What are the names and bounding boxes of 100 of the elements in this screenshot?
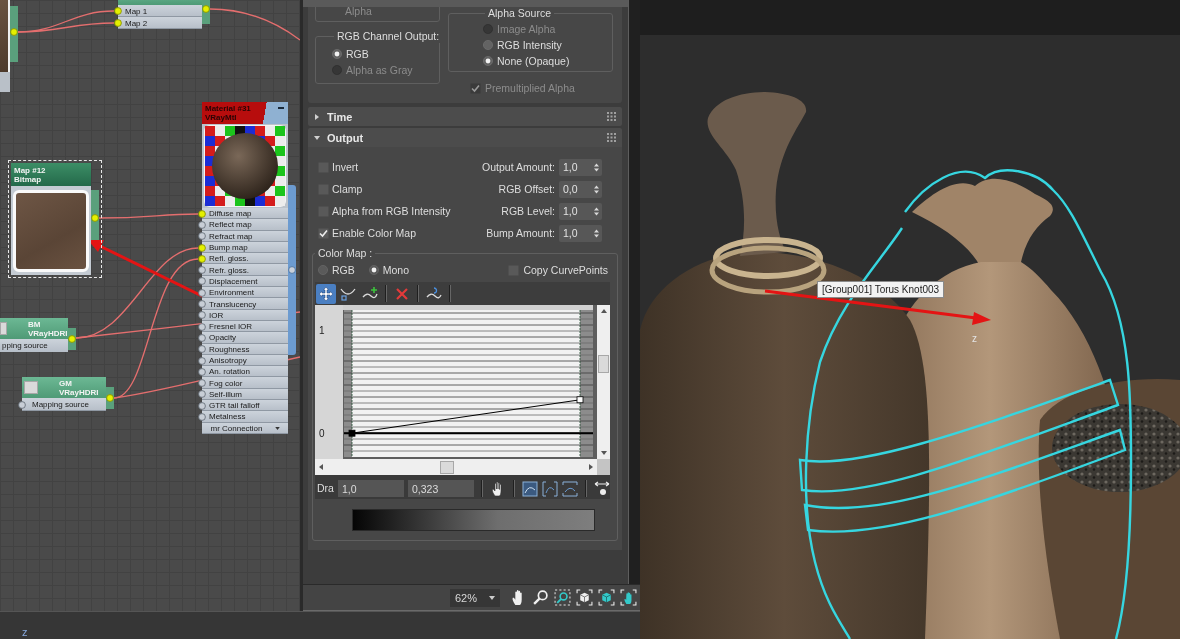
output-socket-icon[interactable]	[288, 266, 296, 274]
spinner-arrows-icon[interactable]	[594, 162, 599, 172]
drag-label: Dra	[317, 482, 334, 495]
socket-icon[interactable]	[198, 209, 206, 218]
socket-icon[interactable]	[198, 277, 206, 286]
curve-graph[interactable]: 1 0	[315, 305, 597, 459]
scroll-left-icon[interactable]	[319, 464, 323, 470]
socket-icon[interactable]	[198, 311, 206, 320]
output-socket-icon[interactable]	[91, 214, 99, 222]
socket-icon[interactable]	[198, 356, 206, 365]
zoom-curve-icon[interactable]	[542, 480, 558, 497]
socket-icon[interactable]	[198, 322, 206, 331]
radio-button[interactable]	[483, 40, 493, 50]
zoom-icon[interactable]	[532, 589, 549, 606]
socket-icon[interactable]	[198, 288, 206, 297]
spinner-arrows-icon[interactable]	[594, 184, 599, 194]
socket-icon[interactable]	[198, 300, 206, 308]
radio-label: Mono	[382, 263, 410, 277]
scroll-down-icon[interactable]	[600, 451, 607, 455]
socket-icon[interactable]	[198, 243, 206, 252]
curve-point[interactable]	[576, 396, 584, 404]
radio-label: RGB Intensity	[497, 38, 562, 52]
socket-icon[interactable]	[198, 254, 206, 263]
socket-icon[interactable]	[198, 413, 206, 421]
socket-icon[interactable]	[198, 367, 206, 376]
falloff-node[interactable]: Map 1 Map 2	[111, 0, 213, 32]
slot-label: GTR tail falloff	[209, 401, 260, 411]
output-socket-icon[interactable]	[10, 28, 18, 36]
socket-icon[interactable]	[198, 390, 206, 399]
footer-label: mr Connection	[210, 423, 263, 433]
scroll-right-icon[interactable]	[589, 464, 593, 470]
spinner-field[interactable]: 1,0	[559, 224, 602, 242]
radio-label: RGB	[332, 263, 355, 277]
tick-label: 1	[319, 324, 325, 336]
curve-point[interactable]	[348, 429, 356, 437]
move-tool-button[interactable]	[316, 283, 336, 304]
slot-label: Fresnel IOR	[209, 322, 253, 332]
node-canvas[interactable]	[0, 0, 300, 611]
zoom-dropdown[interactable]: 62%	[450, 588, 500, 607]
vertical-scrollbar[interactable]	[597, 305, 610, 459]
zoom-curve-icon[interactable]	[522, 480, 538, 497]
spinner-arrows-icon[interactable]	[594, 228, 599, 238]
radio-button[interactable]	[318, 265, 328, 275]
slot-label: Reflect map	[209, 220, 252, 230]
slot-label: Map 1	[125, 6, 148, 16]
socket-icon[interactable]	[114, 7, 122, 15]
socket-icon[interactable]	[114, 19, 122, 27]
output-socket-icon[interactable]	[106, 394, 114, 402]
fit-arrows-icon[interactable]	[594, 480, 610, 497]
socket-icon[interactable]	[198, 220, 206, 229]
socket-icon[interactable]	[198, 232, 206, 241]
slot-label: pping source	[2, 341, 48, 350]
spinner-label: Bump Amount:	[486, 226, 555, 240]
x-value-field[interactable]: 1,0	[337, 480, 404, 497]
slot-label: Displacement	[209, 276, 258, 286]
output-socket-icon[interactable]	[202, 5, 210, 13]
zoom-region-icon[interactable]	[554, 589, 571, 606]
hdri-node[interactable]: GM VRayHDRI Mapping source	[15, 374, 117, 414]
scroll-thumb[interactable]	[440, 460, 454, 474]
scroll-up-icon[interactable]	[600, 309, 607, 313]
cube-frame-icon[interactable]	[576, 589, 593, 606]
socket-icon[interactable]	[198, 379, 206, 388]
spinner-arrows-icon[interactable]	[594, 206, 599, 216]
slot-label: Opacity	[209, 333, 237, 343]
radio-label: Alpha as Gray	[346, 63, 413, 77]
rollout-header[interactable]: Time	[308, 107, 622, 126]
slot-label: Refl. gloss.	[209, 254, 249, 264]
hand-frame-icon[interactable]	[620, 589, 637, 606]
slot-label: Translucency	[209, 299, 257, 309]
zoom-curve-icon[interactable]	[562, 480, 578, 497]
scroll-thumb[interactable]	[598, 355, 609, 373]
spinner-field[interactable]: 1,0	[559, 202, 602, 220]
bitmap-node[interactable]: Map #12 Bitmap	[8, 160, 102, 278]
radio-button[interactable]	[332, 49, 342, 59]
radio-label: RGB	[346, 47, 369, 61]
hdri-node[interactable]: BM VRayHDRI pping source	[0, 315, 79, 355]
socket-icon[interactable]	[198, 345, 206, 354]
output-socket-icon[interactable]	[68, 335, 76, 343]
cube-frame-icon[interactable]	[598, 589, 615, 606]
selection-outline[interactable]	[798, 169, 1133, 639]
horizontal-scrollbar[interactable]	[315, 459, 597, 475]
rollout-header[interactable]: Output	[308, 128, 622, 147]
socket-icon[interactable]	[198, 266, 206, 275]
checkbox-label: Premultiplied Alpha	[485, 81, 575, 95]
checkbox-label: Clamp	[332, 182, 363, 196]
checkbox[interactable]	[318, 227, 329, 239]
spinner-field[interactable]: 0,0	[559, 180, 602, 198]
move-arrows-icon	[318, 285, 334, 302]
tick-label: 0	[319, 428, 325, 440]
group-title: Alpha Source	[487, 7, 553, 20]
socket-icon[interactable]	[198, 401, 206, 410]
radio-button[interactable]	[483, 56, 493, 66]
y-value-field[interactable]: 0,323	[407, 480, 474, 497]
slot-label: Fog color	[209, 378, 243, 388]
socket-icon[interactable]	[198, 333, 206, 342]
socket-icon[interactable]	[18, 400, 26, 409]
spinner-field[interactable]: 1,0	[559, 158, 602, 176]
radio-button[interactable]	[368, 265, 379, 275]
map-node[interactable]	[0, 0, 21, 95]
material-node[interactable]	[195, 99, 299, 437]
